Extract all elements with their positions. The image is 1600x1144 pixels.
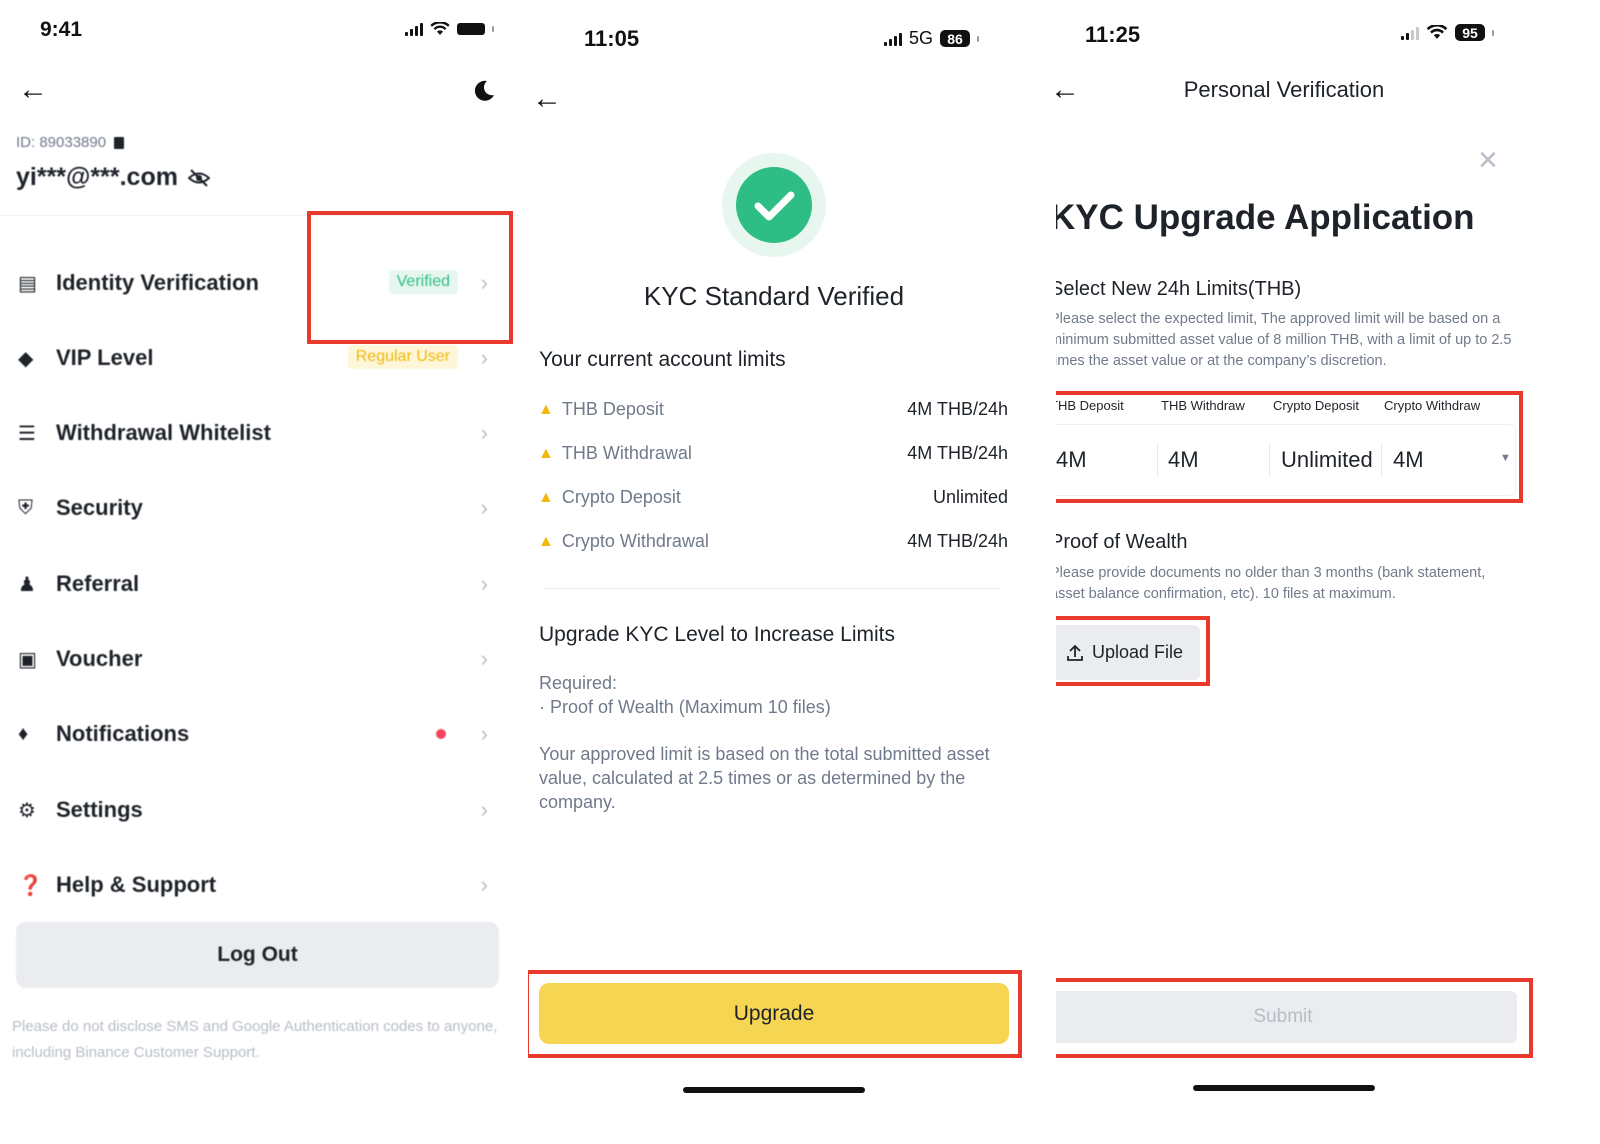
limit-row: ▲ Crypto Withdrawal 4M THB/24h [538, 531, 1008, 551]
limit-row: ▲ THB Withdrawal 4M THB/24h [538, 443, 1008, 463]
status-time: 11:25 [1085, 22, 1141, 47]
user-id-row: ID: 89033890 [16, 134, 125, 151]
wifi-icon [1426, 25, 1448, 39]
wealth-description: Please provide documents no older than 3… [1056, 565, 1486, 602]
chevron-right-icon: › [480, 646, 488, 671]
limits-title: Select New 24h Limits(THB) [1056, 278, 1302, 300]
menu-item-vip-level[interactable]: ◆ VIP Level Regular User › [18, 338, 498, 378]
bell-icon: ♦ [18, 722, 29, 745]
menu-item-security[interactable]: ⛨ Security › [18, 488, 498, 528]
limit-row: ▲ THB Deposit 4M THB/24h [538, 399, 1008, 419]
gear-icon: ⚙ [18, 799, 36, 822]
menu-item-notifications[interactable]: ♦ Notifications › [18, 714, 498, 754]
coin-icon: ▲ [538, 488, 554, 506]
highlight-submit [1056, 978, 1533, 1058]
kyc-upgrade-screen: 11:25 95 ← Personal Verification × KYC U… [1056, 0, 1600, 1144]
user-email: yi***@***.com [16, 163, 178, 191]
battery-icon: 95 [1455, 24, 1485, 41]
menu-item-settings[interactable]: ⚙ Settings › [18, 790, 498, 830]
list-icon: ☰ [18, 422, 36, 445]
upgrade-heading: Upgrade KYC Level to Increase Limits [539, 623, 896, 646]
highlight-upgrade [528, 970, 1022, 1058]
highlight-upload [1056, 616, 1210, 686]
status-icons: 5G 86 [884, 28, 980, 49]
id-card-icon: ▤ [18, 272, 37, 295]
shield-icon: ⛨ [18, 496, 33, 519]
header-title: Personal Verification [1183, 77, 1385, 102]
coin-icon: ▲ [538, 444, 554, 462]
battery-icon [457, 23, 485, 35]
back-arrow-icon[interactable]: ← [532, 84, 562, 114]
kyc-status-title: KYC Standard Verified [643, 281, 905, 311]
notification-dot [436, 729, 446, 739]
wealth-title: Proof of Wealth [1056, 531, 1188, 553]
chevron-right-icon: › [480, 495, 488, 520]
required-item: · Proof of Wealth (Maximum 10 files) [539, 697, 831, 717]
status-icons: 95 [1401, 24, 1494, 41]
status-time: 9:41 [40, 18, 83, 41]
chevron-right-icon: › [480, 345, 488, 370]
moon-icon[interactable] [472, 79, 496, 103]
menu-item-withdrawal-whitelist[interactable]: ☰ Withdrawal Whitelist › [18, 413, 498, 453]
limit-row: ▲ Crypto Deposit Unlimited [538, 487, 1008, 507]
wifi-icon [430, 22, 450, 35]
approved-limit-note: Your approved limit is based on the tota… [539, 744, 990, 812]
application-title: KYC Upgrade Application [1056, 198, 1475, 237]
eye-slash-icon[interactable] [187, 168, 210, 187]
menu-item-referral[interactable]: ♟ Referral › [18, 564, 498, 604]
back-arrow-icon[interactable]: ← [18, 75, 48, 105]
highlight-verified [307, 211, 513, 344]
menu-item-voucher[interactable]: ▣ Voucher › [18, 639, 498, 679]
close-icon[interactable]: × [1478, 143, 1498, 177]
chevron-right-icon: › [480, 721, 488, 746]
regular-user-badge: Regular User [347, 345, 458, 369]
network-label: 5G [909, 28, 934, 48]
divider [544, 588, 1000, 589]
user-id: ID: 89033890 [16, 134, 107, 151]
user-plus-icon: ♟ [18, 573, 36, 596]
logout-button[interactable]: Log Out [16, 922, 499, 988]
success-check-icon [736, 167, 812, 243]
coin-icon: ▲ [538, 532, 554, 550]
signal-icon [1401, 26, 1419, 40]
diamond-icon: ◆ [18, 347, 34, 370]
highlight-limit-selector [1056, 391, 1523, 503]
coin-icon: ▲ [538, 400, 554, 418]
copy-icon[interactable] [114, 136, 125, 149]
status-icons [405, 22, 494, 36]
chevron-right-icon: › [480, 420, 488, 445]
help-icon: ❓ [18, 874, 43, 897]
limits-heading: Your current account limits [539, 348, 786, 371]
home-indicator [1193, 1085, 1375, 1091]
limits-description: Please select the expected limit, The ap… [1056, 311, 1512, 369]
account-screen: 9:41 ← ID: 89033890 yi***@***.com ▤ Iden… [0, 0, 520, 1144]
chevron-right-icon: › [480, 797, 488, 822]
kyc-status-screen: 11:05 5G 86 ← KYC Standard Verified Your… [528, 0, 1048, 1144]
voucher-icon: ▣ [18, 648, 37, 671]
status-time: 11:05 [584, 26, 640, 51]
signal-icon [405, 22, 423, 36]
required-label: Required: [539, 673, 618, 693]
home-indicator [683, 1087, 865, 1093]
chevron-right-icon: › [480, 571, 488, 596]
menu-item-help-support[interactable]: ❓ Help & Support › [18, 865, 498, 905]
security-disclaimer: Please do not disclose SMS and Google Au… [12, 1018, 498, 1061]
signal-icon [884, 32, 902, 46]
email-row: yi***@***.com [16, 163, 210, 192]
battery-icon: 86 [940, 30, 971, 47]
chevron-right-icon: › [480, 872, 488, 897]
